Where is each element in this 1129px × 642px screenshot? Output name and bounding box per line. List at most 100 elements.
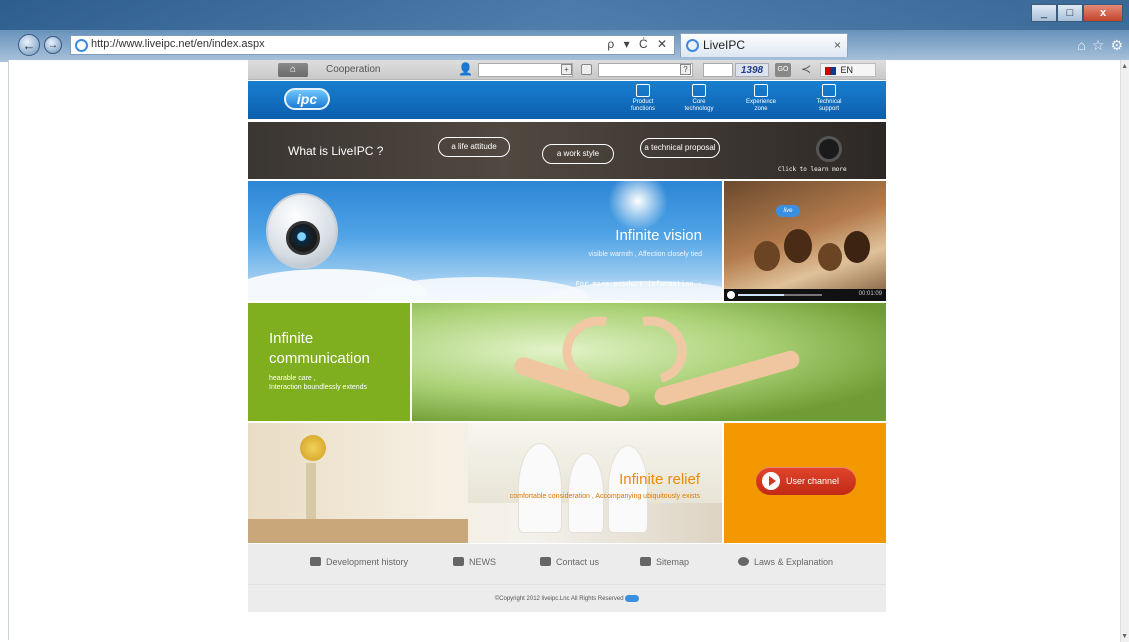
site-header: ipc Product functions Core technology Ex… (248, 81, 886, 119)
plus-icon[interactable]: + (561, 64, 572, 75)
vision-subtitle: visible warmth , Affection closely tied (588, 251, 702, 258)
forward-arrow-icon: → (48, 39, 58, 51)
nav-core-technology[interactable]: Core technology (674, 84, 724, 113)
footer-news[interactable]: NEWS (453, 557, 496, 567)
address-tools[interactable]: ρ ▾ Ċ ✕ (607, 37, 670, 51)
relief-subtitle: comfortable consideration , Accompanying… (509, 493, 700, 500)
camera-lens (286, 221, 320, 255)
browser-tools: ⌂ ☆ ⚙ (1077, 37, 1123, 54)
tab-close-icon[interactable]: × (834, 38, 841, 52)
communication-title: Infinite communication (269, 330, 370, 367)
language-label: EN (840, 65, 854, 75)
uk-flag-icon (825, 66, 836, 75)
map-icon (640, 557, 651, 566)
video-progress[interactable] (738, 294, 822, 296)
banner-title: What is LiveIPC ? (288, 144, 384, 158)
forward-button[interactable]: → (44, 36, 62, 54)
family-figure (608, 445, 648, 533)
play-icon[interactable] (727, 291, 735, 299)
address-bar[interactable]: http://www.liveipc.net/en/index.aspx ρ ▾… (70, 35, 675, 55)
close-window-button[interactable]: x (1083, 4, 1123, 22)
footer-links: Development history NEWS Contact us Site… (248, 544, 886, 584)
info-icon (738, 557, 749, 566)
copyright-bar: ©Copyright 2012 liveipc.Lnc All Rights R… (248, 584, 886, 612)
trophy-icon (310, 557, 321, 566)
liveipc-logo[interactable]: ipc (284, 88, 330, 110)
cooperation-link[interactable]: Cooperation (326, 64, 380, 75)
title-bar (0, 0, 1129, 30)
vertical-scrollbar[interactable] (1120, 60, 1129, 642)
favorites-star-icon[interactable]: ☆ (1092, 37, 1105, 54)
envelope-icon (540, 557, 551, 566)
captcha-input[interactable] (703, 63, 733, 77)
lock-icon (581, 64, 592, 75)
tab-liveipc[interactable]: LiveIPC × (680, 33, 848, 57)
family-figure (518, 443, 562, 533)
liveipc-small-logo (625, 594, 640, 602)
user-channel-button[interactable]: User channel (756, 467, 856, 495)
language-select[interactable]: EN (820, 63, 876, 77)
infinite-vision-banner[interactable]: Infinite vision visible warmth , Affecti… (248, 181, 722, 301)
user-icon: 👤 (458, 62, 473, 76)
support-icon (822, 84, 836, 97)
gear-icon[interactable]: ⚙ (1110, 37, 1123, 54)
pill-technical-proposal[interactable]: a technical proposal (640, 138, 720, 158)
site-home-button[interactable]: ⌂ (278, 63, 308, 77)
vase-image (306, 463, 316, 521)
ie-icon (686, 39, 699, 52)
back-arrow-icon: ← (22, 37, 36, 53)
window-controls: _ □ x (1031, 4, 1123, 22)
video-controls: 00:01:09 (724, 289, 886, 301)
family-member (754, 241, 780, 271)
scroll-up-icon[interactable]: ▲ (1121, 63, 1128, 70)
nav-technical-support[interactable]: Technical support (804, 84, 854, 113)
navigation-bar: ← → http://www.liveipc.net/en/index.aspx… (0, 30, 1129, 60)
family-member (784, 229, 812, 263)
go-button[interactable]: GO (775, 63, 791, 77)
vision-title: Infinite vision (615, 227, 702, 244)
browser-chrome: _ □ x ← → http://www.liveipc.net/en/inde… (0, 0, 1129, 62)
product-icon (636, 84, 650, 97)
home-icon[interactable]: ⌂ (1077, 37, 1085, 54)
communication-subtitle: hearable care , Interaction boundlessly … (269, 375, 368, 391)
ie-icon (75, 39, 88, 52)
what-is-banner[interactable]: What is LiveIPC ? a life attitude a work… (248, 122, 886, 179)
captcha-image: 1398 (735, 63, 769, 77)
minimize-button[interactable]: _ (1031, 4, 1057, 22)
video-progress-fill (738, 294, 785, 296)
footer-sitemap[interactable]: Sitemap (640, 557, 689, 567)
infinite-relief-banner[interactable]: Infinite relief comfortable consideratio… (248, 423, 722, 543)
video-logo: live (776, 205, 800, 217)
nav-experience-zone[interactable]: Experience zone (736, 84, 786, 113)
back-button[interactable]: ← (18, 34, 40, 56)
family-member (844, 231, 870, 263)
table-image (248, 519, 468, 543)
copyright-text: ©Copyright 2012 liveipc.Lnc All Rights R… (494, 596, 624, 602)
nav-product-functions[interactable]: Product functions (618, 84, 668, 113)
footer-contact-us[interactable]: Contact us (540, 557, 599, 567)
password-input[interactable] (598, 63, 693, 77)
footer-development-history[interactable]: Development history (310, 557, 408, 567)
heart-hands-image (412, 303, 886, 421)
laptop-icon (754, 84, 768, 97)
video-player[interactable]: live 00:01:09 (724, 181, 886, 301)
scroll-down-icon[interactable]: ▼ (1121, 633, 1128, 640)
website-page: ⌂ Cooperation 👤 + ? 1398 GO ≺ EN ipc Pro… (248, 60, 886, 612)
home-icon: ⌂ (289, 64, 297, 75)
camera-image (816, 136, 842, 162)
pill-work-style[interactable]: a work style (542, 144, 614, 164)
product-info-link[interactable]: For more product information › (576, 280, 702, 288)
infinite-communication-panel[interactable]: Infinite communication hearable care , I… (248, 303, 410, 421)
user-channel-panel: User channel (724, 423, 886, 543)
technology-icon (692, 84, 706, 97)
family-member (818, 243, 842, 271)
share-icon[interactable]: ≺ (801, 62, 811, 76)
play-circle-icon (762, 472, 780, 490)
learn-more-link[interactable]: Click to learn more (778, 166, 847, 173)
username-input[interactable] (478, 63, 573, 77)
footer-laws-explanation[interactable]: Laws & Explanation (738, 557, 833, 567)
maximize-button[interactable]: □ (1057, 4, 1083, 22)
pill-life-attitude[interactable]: a life attitude (438, 137, 510, 157)
help-icon[interactable]: ? (680, 64, 691, 75)
tab-title: LiveIPC (703, 38, 746, 52)
